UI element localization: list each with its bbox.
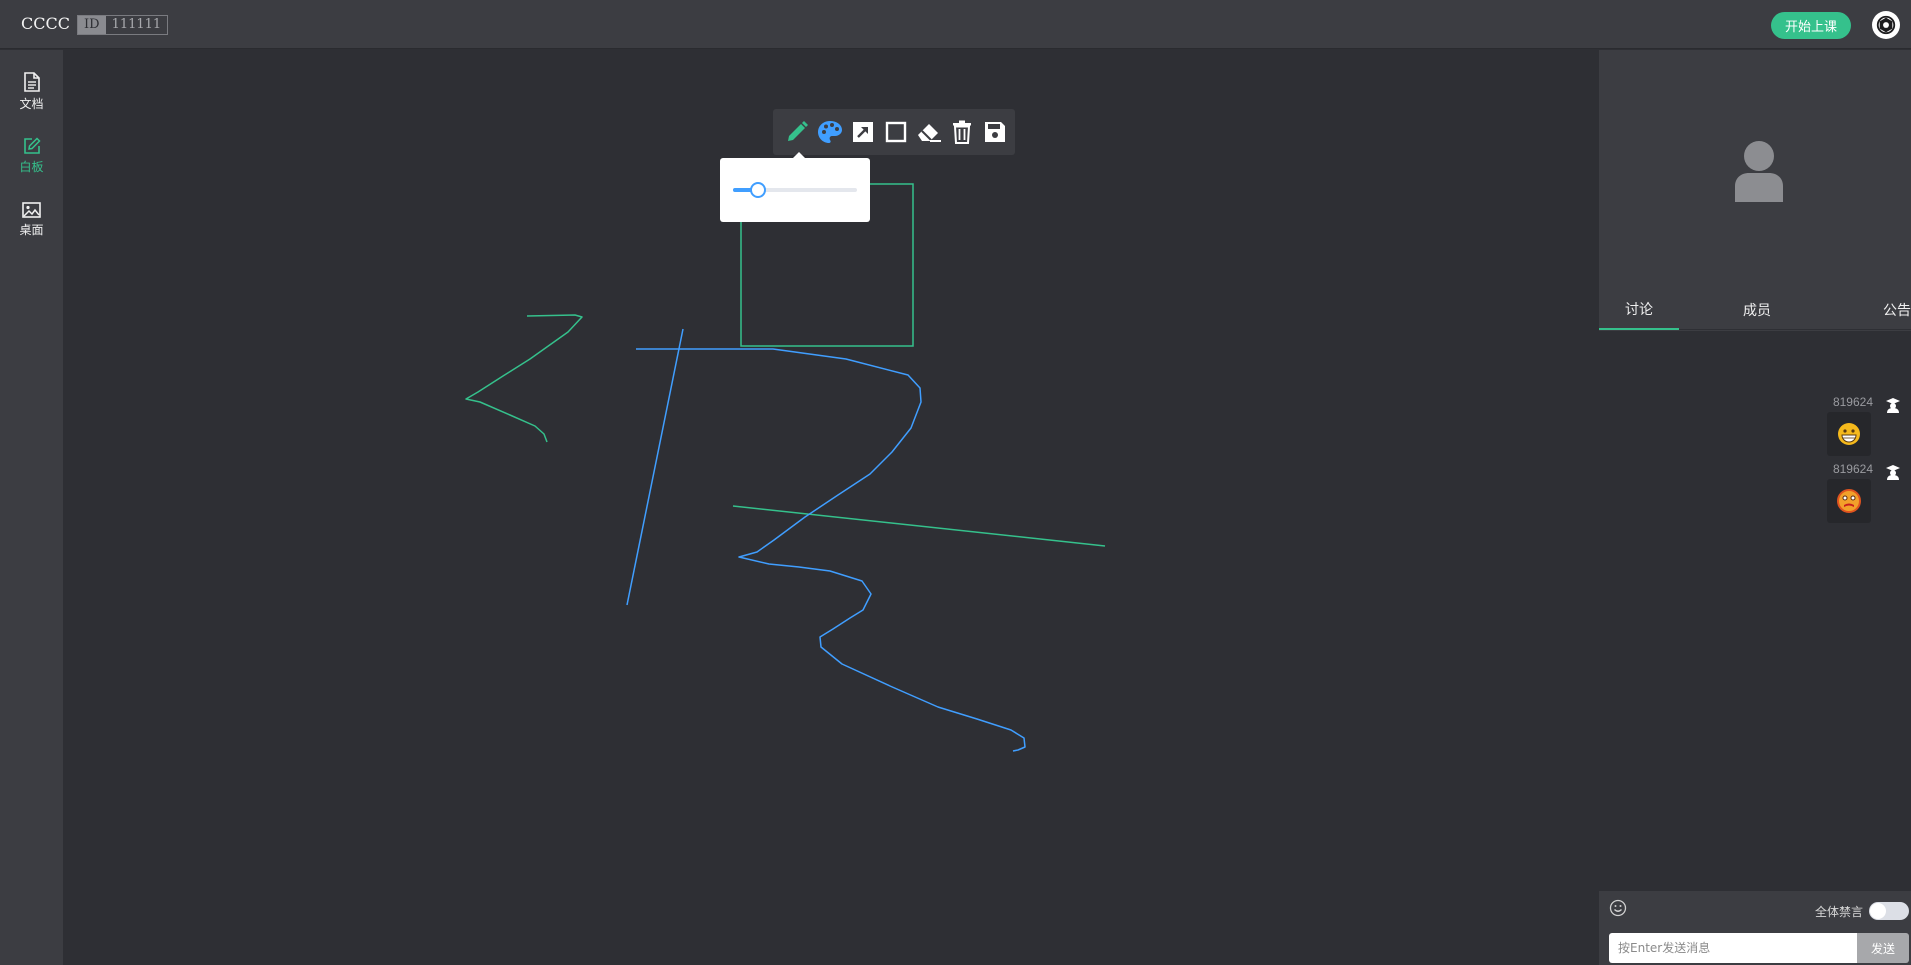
mute-all-label: 全体禁言 — [1815, 905, 1864, 919]
save-tool-button[interactable] — [978, 116, 1011, 149]
sidebar-item-label: 桌面 — [19, 223, 44, 237]
palette-tool-button[interactable] — [813, 116, 846, 149]
tab-announcement[interactable]: 公告 — [1849, 290, 1911, 330]
sidebar-item-label: 文档 — [19, 97, 44, 111]
sidebar-item-desktop[interactable]: 桌面 — [0, 192, 63, 248]
grinning-face-icon — [1838, 423, 1860, 445]
room-id-value: 111111 — [111, 17, 162, 32]
right-panel: 讨论 成员 公告 819624 819624 全体禁言 按Enter发送消息 发… — [1599, 50, 1911, 965]
room-id-badge: ID 111111 — [77, 15, 169, 35]
tab-discussion[interactable]: 讨论 — [1599, 290, 1679, 330]
document-icon — [23, 72, 40, 92]
settings-icon — [1876, 15, 1896, 35]
pencil-tool-button[interactable] — [780, 116, 813, 149]
app-title: CCCC — [21, 14, 70, 33]
chat-message-input[interactable] — [1609, 933, 1857, 963]
palette-icon — [817, 121, 842, 143]
user-avatar-icon — [1735, 141, 1783, 202]
rectangle-tool-button[interactable] — [879, 116, 912, 149]
trash-icon — [952, 120, 971, 144]
arrow-icon — [852, 122, 873, 142]
send-button[interactable]: 发送 — [1857, 933, 1909, 963]
top-bar: CCCC ID 111111 开始上课 — [0, 0, 1911, 49]
edit-icon — [23, 137, 41, 154]
room-id-label: ID — [78, 16, 106, 34]
popover-arrow — [793, 152, 805, 158]
message-list: 819624 819624 — [1599, 331, 1911, 891]
brush-size-slider[interactable] — [733, 182, 857, 198]
message-username: 819624 — [1832, 395, 1873, 409]
pencil-icon — [787, 121, 808, 141]
arrow-tool-button[interactable] — [846, 116, 879, 149]
whiteboard-toolbar — [773, 109, 1015, 155]
chat-footer: 全体禁言 发送 — [1599, 891, 1911, 965]
image-icon — [22, 202, 41, 218]
sidebar-item-label: 白板 — [19, 160, 44, 174]
clear-tool-button[interactable] — [945, 116, 978, 149]
angry-face-icon — [1837, 489, 1861, 513]
drawn-stroke-blue-1 — [626, 328, 684, 606]
chat-message: 819624 — [1821, 462, 1911, 523]
drawn-stroke-green-1 — [465, 314, 583, 443]
smiley-icon — [1609, 899, 1627, 917]
whiteboard-canvas[interactable] — [63, 50, 1599, 965]
chat-message: 819624 — [1821, 395, 1911, 456]
tab-members[interactable]: 成员 — [1717, 290, 1797, 330]
chat-tabs: 讨论 成员 公告 — [1599, 290, 1911, 330]
brush-size-popover — [720, 152, 870, 222]
message-bubble — [1827, 479, 1871, 523]
drawn-stroke-green-2 — [732, 505, 1106, 547]
message-username: 819624 — [1832, 462, 1873, 476]
eraser-tool-button[interactable] — [912, 116, 945, 149]
sidebar-item-whiteboard[interactable]: 白板 — [0, 128, 63, 184]
teacher-icon — [1886, 465, 1900, 480]
sidebar-item-document[interactable]: 文档 — [0, 64, 63, 120]
start-class-button[interactable]: 开始上课 — [1771, 12, 1851, 39]
drawn-stroke-blue-2 — [636, 348, 1026, 752]
rectangle-icon — [885, 121, 906, 143]
mute-all-toggle[interactable] — [1869, 902, 1909, 920]
message-bubble — [1827, 412, 1871, 456]
save-icon — [984, 122, 1005, 142]
teacher-icon — [1886, 398, 1900, 413]
toggle-knob — [1870, 903, 1886, 919]
video-area — [1599, 50, 1911, 290]
slider-thumb[interactable] — [750, 182, 766, 198]
eraser-icon — [917, 124, 941, 142]
settings-button[interactable] — [1872, 11, 1900, 39]
emoji-button[interactable] — [1609, 899, 1627, 922]
left-sidebar: 文档 白板 桌面 — [0, 50, 63, 965]
